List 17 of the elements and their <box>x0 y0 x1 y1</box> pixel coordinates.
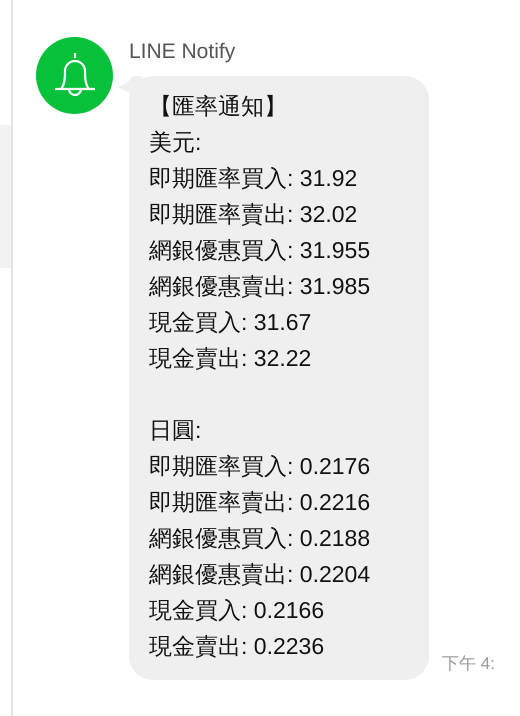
message-line: 網銀優惠買入: 0.2188 <box>149 524 372 553</box>
message-line: 即期匯率賣出: 0.2216 <box>149 488 372 517</box>
message-line: 現金買入: 31.67 <box>149 308 312 337</box>
message-line: 現金賣出: 0.2236 <box>149 632 326 661</box>
sender-name: LINE Notify <box>129 41 236 62</box>
message-line: 網銀優惠賣出: 31.985 <box>149 272 372 301</box>
message-line: 美元: <box>149 128 202 157</box>
message-line: 現金賣出: 32.22 <box>149 344 312 373</box>
message-line: 即期匯率買入: 0.2176 <box>149 452 372 481</box>
message-line: 【匯率通知】 <box>149 92 288 121</box>
message-line: 網銀優惠買入: 31.955 <box>149 236 372 265</box>
message-line: 網銀優惠賣出: 0.2204 <box>149 560 372 589</box>
message-line: 即期匯率賣出: 32.02 <box>149 200 358 229</box>
message-line: 即期匯率買入: 31.92 <box>149 164 358 193</box>
message-line: 日圓: <box>149 416 202 445</box>
message-line: 現金買入: 0.2166 <box>149 596 326 625</box>
timestamp: 下午 4: <box>442 652 495 674</box>
